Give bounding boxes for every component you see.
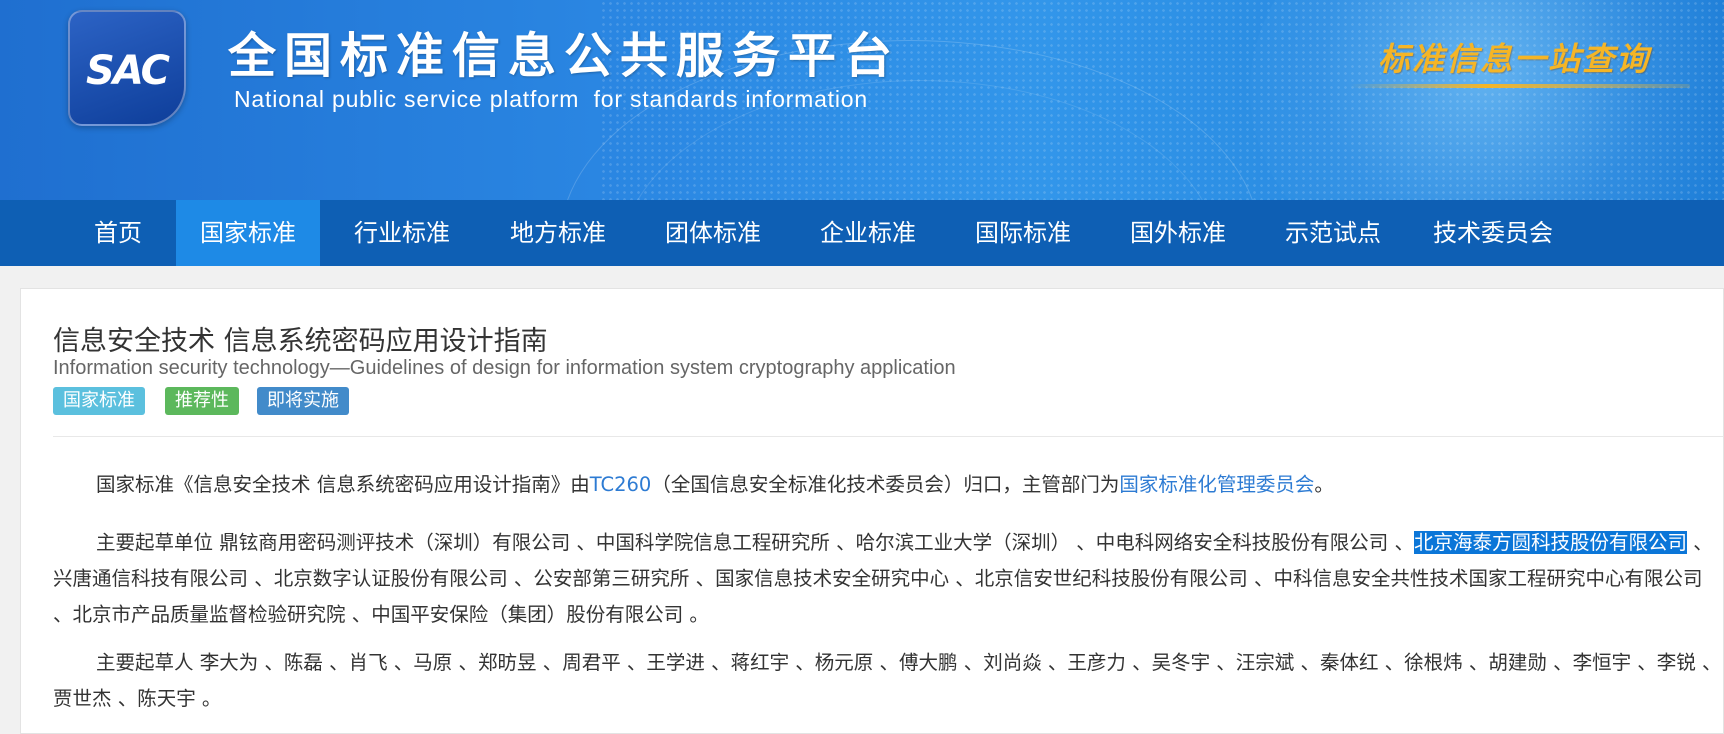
badge-upcoming: 即将实施 [257,387,349,415]
sac-dept-link[interactable]: 国家标准化管理委员会 [1119,473,1314,496]
nav-item-industry-standards[interactable]: 行业标准 [330,200,474,266]
nav-item-foreign-standards[interactable]: 国外标准 [1106,200,1250,266]
drafting-units-label: 主要起草单位 [96,531,220,554]
intro-paragraph: 国家标准《信息安全技术 信息系统密码应用设计指南》由TC260（全国信息安全标准… [53,467,1723,503]
sac-logo[interactable]: SAC [68,10,186,126]
drafting-units-paragraph: 主要起草单位 鼎铉商用密码测评技术（深圳）有限公司 、中国科学院信息工程研究所 … [53,525,1723,633]
nav-item-international-standards[interactable]: 国际标准 [951,200,1095,266]
main-nav: 首页 国家标准 行业标准 地方标准 团体标准 企业标准 国际标准 国外标准 示范… [0,200,1724,266]
badge-national-standard: 国家标准 [53,387,145,415]
drafters-label: 主要起草人 [96,651,200,674]
nav-item-local-standards[interactable]: 地方标准 [486,200,630,266]
drafters-names: 李大为 、陈磊 、肖飞 、马原 、郑昉昱 、周君平 、王学进 、蒋红宇 、杨元原… [53,651,1722,710]
nav-item-technical-committees[interactable]: 技术委员会 [1410,200,1576,266]
nav-item-group-standards[interactable]: 团体标准 [641,200,785,266]
nav-item-pilot-demonstration[interactable]: 示范试点 [1261,200,1405,266]
divider [53,436,1723,437]
drafters-paragraph: 主要起草人 李大为 、陈磊 、肖飞 、马原 、郑昉昱 、周君平 、王学进 、蒋红… [53,645,1723,717]
slogan: 标准信息一站查询 [1378,40,1651,78]
site-subtitle: National public service platform for sta… [234,86,868,112]
intro-middle: （全国信息安全标准化技术委员会）归口，主管部门为 [651,473,1120,496]
nav-item-enterprise-standards[interactable]: 企业标准 [796,200,940,266]
logo-text: SAC [86,48,170,94]
standard-detail-panel: 信息安全技术 信息系统密码应用设计指南 Information security… [20,288,1724,734]
standard-title-cn: 信息安全技术 信息系统密码应用设计指南 [53,326,548,357]
header-banner: SAC 全国标准信息公共服务平台 National public service… [0,0,1724,200]
nav-item-home[interactable]: 首页 [48,200,188,266]
intro-prefix: 国家标准《信息安全技术 信息系统密码应用设计指南》由 [96,473,590,496]
badge-recommended: 推荐性 [165,387,239,415]
intro-suffix: 。 [1314,473,1334,496]
standard-title-en: Information security technology—Guidelin… [53,357,956,379]
selected-text-highlight[interactable]: 北京海泰方圆科技股份有限公司 [1414,531,1688,554]
tc260-link[interactable]: TC260 [590,473,652,496]
site-title: 全国标准信息公共服务平台 [228,28,901,84]
drafting-units-before: 鼎铉商用密码测评技术（深圳）有限公司 、中国科学院信息工程研究所 、哈尔滨工业大… [219,531,1414,554]
slogan-underline [1350,84,1690,88]
nav-item-national-standards[interactable]: 国家标准 [176,200,320,266]
